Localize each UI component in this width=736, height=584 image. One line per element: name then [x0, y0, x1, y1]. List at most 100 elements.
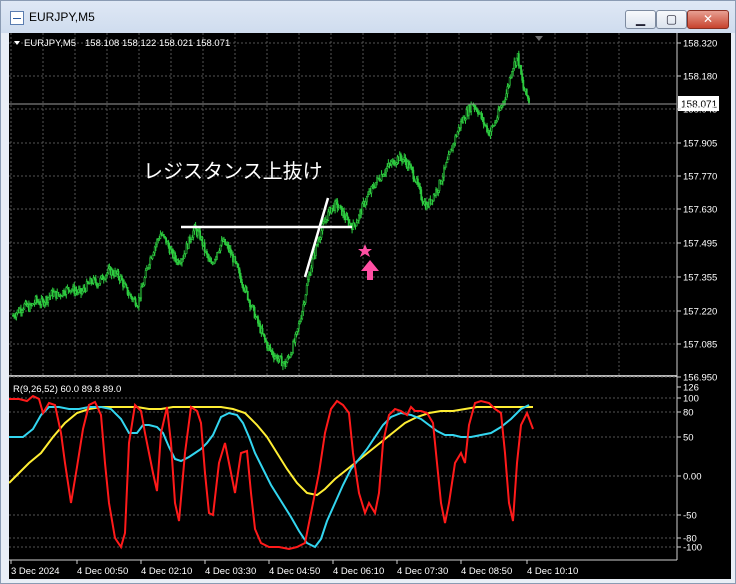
- candle-body: [282, 362, 284, 367]
- close-icon: ✕: [702, 12, 714, 26]
- candle-body: [494, 122, 496, 126]
- candle-body: [241, 282, 243, 286]
- time-tick-label: 4 Dec 07:30: [397, 566, 448, 577]
- candle-body: [35, 296, 38, 302]
- price-tick-label: 157.085: [683, 340, 717, 351]
- candle-body: [410, 164, 412, 168]
- candle-body: [525, 88, 528, 96]
- candle-body: [386, 166, 389, 169]
- maximize-button[interactable]: ▢: [656, 10, 687, 29]
- candle-body: [246, 291, 249, 301]
- candle-body: [375, 181, 377, 188]
- candle-body: [320, 230, 323, 238]
- candle-body: [213, 259, 216, 264]
- price-tick-label: 157.355: [683, 273, 717, 284]
- candle-body: [47, 297, 50, 303]
- title-bar[interactable]: EURJPY,M5 ▁ ▢ ✕: [1, 1, 735, 33]
- candle-body: [245, 286, 248, 292]
- candle-body: [441, 176, 444, 182]
- candle-body: [215, 256, 217, 260]
- time-tick-label: 4 Dec 04:50: [269, 566, 320, 577]
- candle-body: [191, 237, 194, 240]
- candle-body: [209, 258, 212, 263]
- candle-body: [292, 341, 295, 354]
- candle-body: [140, 286, 143, 299]
- candle-body: [152, 252, 155, 256]
- candle-body: [445, 162, 448, 168]
- candle-body: [356, 220, 359, 224]
- chart-canvas[interactable]: 158.071 EURJPY,M5 158.108 158.122 158.02…: [8, 33, 731, 579]
- candle-body: [350, 222, 352, 227]
- candle-body: [81, 290, 84, 294]
- time-tick-label: 4 Dec 08:50: [461, 566, 512, 577]
- candle-body: [43, 302, 46, 306]
- signal-star-icon: [358, 244, 372, 257]
- indicator-tick-label: 0.00: [683, 472, 702, 483]
- candle-body: [242, 284, 245, 290]
- candle-body: [224, 238, 226, 245]
- candle-body: [447, 154, 450, 160]
- minimize-button[interactable]: ▁: [625, 10, 656, 29]
- candle-body: [90, 278, 93, 284]
- breakout-arrow-line[interactable]: [303, 197, 330, 278]
- candle-body: [473, 105, 476, 109]
- candle-body: [167, 241, 170, 247]
- candle-body: [489, 131, 492, 137]
- candle-body: [446, 159, 449, 163]
- price-axis: 158.320 158.180 158.045 157.905 157.770 157.6…: [677, 39, 717, 384]
- candle-body: [367, 194, 369, 198]
- candle-body: [125, 284, 128, 288]
- chart-shift-icon[interactable]: [535, 36, 543, 41]
- chart-svg[interactable]: 158.071 EURJPY,M5 158.108 158.122 158.02…: [8, 33, 731, 579]
- candle-body: [330, 207, 333, 214]
- time-tick-label: 4 Dec 10:10: [527, 566, 578, 577]
- candle-body: [404, 157, 407, 162]
- candle-body: [361, 203, 364, 215]
- candle-body: [310, 267, 313, 276]
- indicator-tick-label: 50: [683, 433, 694, 444]
- candle-body: [257, 316, 259, 324]
- candle-body: [144, 270, 147, 278]
- candle-body: [490, 126, 493, 132]
- candle-body: [402, 159, 405, 162]
- candle-body: [515, 57, 518, 66]
- candle-body: [420, 189, 423, 200]
- candle-body: [412, 169, 415, 180]
- candle-body: [77, 289, 80, 293]
- close-button[interactable]: ✕: [687, 10, 729, 29]
- candle-body: [385, 168, 388, 174]
- candle-body: [65, 287, 68, 295]
- price-tick-label: 158.320: [683, 39, 717, 50]
- candle-body: [526, 95, 529, 99]
- candle-body: [63, 290, 65, 295]
- candle-body: [300, 318, 302, 322]
- chart-window-icon: [10, 11, 24, 25]
- candle-body: [106, 272, 109, 276]
- candle-body: [229, 248, 232, 255]
- candle-body: [419, 186, 422, 190]
- candle-series: [12, 50, 530, 371]
- candle-body: [297, 323, 300, 329]
- candle-body: [304, 294, 307, 304]
- candle-body: [521, 73, 524, 81]
- candle-body: [296, 328, 299, 332]
- candle-body: [148, 264, 150, 268]
- candle-body: [207, 254, 209, 259]
- candle-body: [314, 245, 317, 256]
- candle-body: [299, 321, 301, 324]
- window-title: EURJPY,M5: [29, 10, 95, 24]
- indicator-slow-line: [8, 406, 533, 497]
- price-tick-label: 157.495: [683, 239, 717, 250]
- candle-body: [517, 53, 520, 67]
- price-tick-label: 157.770: [683, 172, 717, 183]
- candle-body: [238, 269, 241, 277]
- price-tick-label: 157.220: [683, 307, 717, 318]
- candle-body: [181, 258, 183, 263]
- candle-body: [192, 230, 195, 238]
- candle-body: [174, 252, 177, 260]
- candle-body: [370, 186, 373, 194]
- candle-body: [105, 274, 107, 280]
- indicator-axis: 12610080500.00-50-80-100: [677, 383, 702, 554]
- indicator-tick-label: 100: [683, 394, 699, 405]
- candle-body: [269, 346, 272, 351]
